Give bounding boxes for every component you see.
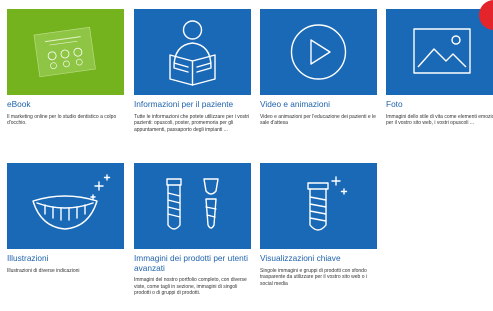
card-photo[interactable]: Foto Immagini dello stile di vita come e… — [386, 9, 493, 127]
card-title[interactable]: Illustrazioni — [7, 253, 124, 264]
implants-icon — [166, 178, 219, 230]
card-key-visuals[interactable]: Visualizzazioni chiave Singole immagini … — [260, 163, 377, 287]
ebook-cover-icon — [33, 26, 96, 78]
card-description: Singole immagini e gruppi di prodotti co… — [260, 267, 367, 287]
implant-sparkle-icon — [307, 176, 348, 231]
card-description: Immagini del nostro portfolio completo, … — [134, 277, 247, 296]
card-thumbnail[interactable] — [7, 163, 124, 249]
card-description: Tutte le informazioni che potete utilizz… — [134, 113, 250, 133]
card-video[interactable]: Video e animazioni Video e animazioni pe… — [260, 9, 377, 127]
card-thumbnail[interactable] — [260, 163, 377, 249]
card-title[interactable]: Video e animazioni — [260, 99, 377, 110]
card-title[interactable]: Immagini dei prodotti per utenti avanzat… — [134, 253, 251, 273]
card-illustrations[interactable]: Illustrazioni Illustrazioni di diverse i… — [7, 163, 124, 274]
card-ebook[interactable]: eBook Il marketing online per lo studio … — [7, 9, 124, 127]
card-product-images[interactable]: Immagini dei prodotti per utenti avanzat… — [134, 163, 251, 297]
card-thumbnail[interactable] — [7, 9, 124, 95]
card-thumbnail[interactable] — [386, 9, 493, 95]
card-description: Video e animazioni per l'educazione dei … — [260, 113, 376, 127]
card-thumbnail[interactable] — [134, 9, 251, 95]
card-description: Immagini dello stile di vita come elemen… — [386, 113, 493, 127]
card-title[interactable]: Informazioni per il paziente — [134, 99, 251, 110]
play-icon — [290, 24, 347, 80]
smile-teeth-icon — [32, 174, 111, 230]
card-description: Il marketing online per lo studio dentis… — [7, 113, 117, 127]
card-title[interactable]: Foto — [386, 99, 493, 110]
person-reading-icon — [169, 20, 216, 86]
card-patient-info[interactable]: Informazioni per il paziente Tutte le in… — [134, 9, 251, 133]
card-thumbnail[interactable] — [260, 9, 377, 95]
card-description: Illustrazioni di diverse indicazioni — [7, 267, 80, 274]
image-icon — [413, 28, 471, 74]
card-title[interactable]: eBook — [7, 99, 124, 110]
card-thumbnail[interactable] — [134, 163, 251, 249]
card-title[interactable]: Visualizzazioni chiave — [260, 253, 377, 264]
